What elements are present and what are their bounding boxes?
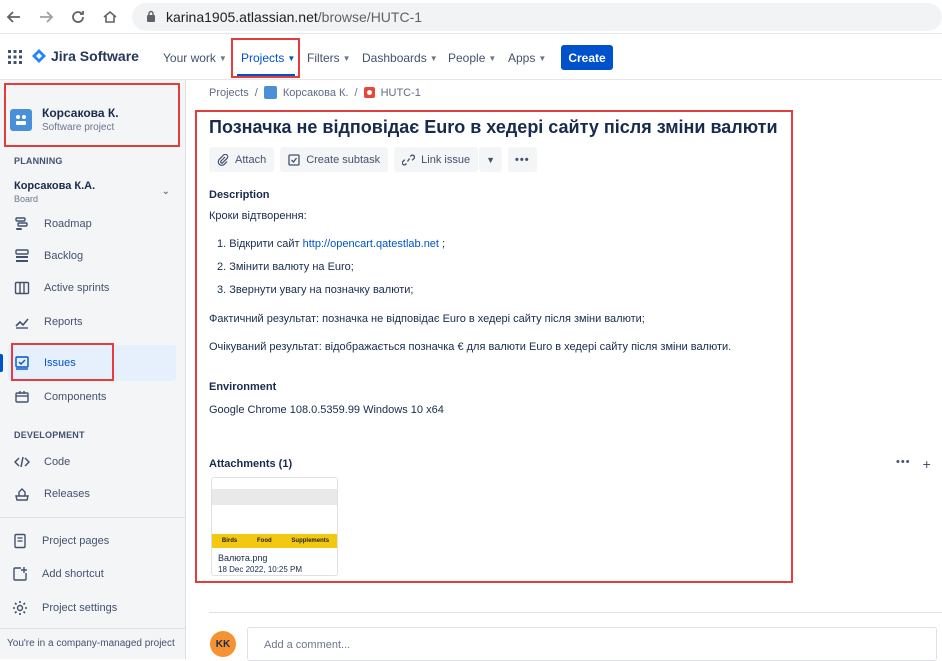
lock-icon (146, 10, 156, 26)
sidebar-item-label: Components (44, 391, 107, 403)
sidebar-item-label: Active sprints (44, 282, 110, 294)
jira-logo[interactable]: Jira Software (32, 48, 139, 64)
chevron-down-icon: ▼ (218, 53, 227, 63)
app-switcher-icon[interactable] (8, 50, 22, 67)
issues-selected-indicator (0, 354, 3, 372)
chevron-down-icon: ⌄ (161, 186, 170, 197)
sidebar-divider (0, 517, 186, 518)
sidebar-item-label: Project settings (42, 602, 118, 614)
forward-icon[interactable] (34, 5, 58, 29)
back-icon[interactable] (2, 5, 26, 29)
sidebar-item-label: Reports (44, 316, 83, 328)
attachments-tools: ••• + (896, 456, 931, 472)
breadcrumb-project[interactable]: Корсакова К. (283, 87, 349, 99)
sidebar-item-label: Releases (44, 488, 90, 500)
sidebar-item-label: Code (44, 456, 71, 468)
chevron-down-icon: ▼ (342, 53, 351, 63)
bug-icon (363, 87, 375, 98)
sidebar-item-label: Project pages (42, 535, 110, 547)
chevron-down-icon: ▼ (538, 53, 547, 63)
menu-people[interactable]: People ▼ (448, 51, 496, 65)
breadcrumb-separator: / (254, 86, 258, 99)
menu-dashboards[interactable]: Dashboards ▼ (362, 51, 438, 65)
menu-your-work[interactable]: Your work ▼ (163, 51, 227, 65)
annotation-box-projects (231, 38, 300, 78)
breadcrumb: Projects / Корсакова К. / HUTC-1 (209, 86, 421, 99)
sidebar-item-add-shortcut[interactable]: Add shortcut (12, 562, 104, 586)
breadcrumb-projects[interactable]: Projects (209, 87, 249, 99)
sidebar-divider (0, 628, 186, 629)
more-icon[interactable]: ••• (896, 456, 911, 472)
active-sprints-icon (14, 281, 30, 295)
home-icon[interactable] (98, 5, 122, 29)
backlog-icon (15, 249, 29, 262)
url-text: karina1905.atlassian.net/browse/HUTC-1 (166, 9, 423, 25)
sidebar-item-project-settings[interactable]: Project settings (12, 596, 117, 620)
project-avatar-icon (263, 86, 277, 99)
breadcrumb-separator: / (354, 86, 358, 99)
product-name: Jira Software (51, 48, 139, 64)
chevron-down-icon: ▼ (488, 53, 497, 63)
menu-filters[interactable]: Filters ▼ (307, 51, 351, 65)
sidebar-item-releases[interactable]: Releases (14, 482, 90, 506)
add-shortcut-icon (13, 567, 27, 581)
roadmap-icon (15, 217, 28, 230)
jira-top-nav: Jira Software Your work ▼ Projects ▼ Filte… (0, 34, 942, 80)
comment-input[interactable]: Add a comment... (247, 627, 937, 661)
planning-section-title: PLANNING (14, 156, 63, 166)
sidebar-item-components[interactable]: Components (14, 385, 106, 409)
reload-icon[interactable] (66, 5, 90, 29)
add-icon[interactable]: + (923, 456, 931, 472)
reports-icon (15, 318, 29, 329)
sidebar-item-label: Backlog (44, 250, 84, 262)
releases-icon (15, 488, 29, 501)
board-name: Корсакова К.А. (14, 180, 96, 192)
annotation-box-issue-content (195, 110, 793, 583)
chevron-down-icon: ▼ (429, 53, 438, 63)
annotation-box-project-header (4, 83, 180, 147)
sidebar-item-project-pages[interactable]: Project pages (12, 529, 109, 553)
breadcrumb-issue-key[interactable]: HUTC-1 (381, 87, 421, 99)
create-button[interactable]: Create (561, 45, 613, 70)
address-bar[interactable]: karina1905.atlassian.net/browse/HUTC-1 (132, 3, 942, 31)
sidebar-item-backlog[interactable]: Backlog (14, 244, 83, 268)
company-managed-note: You're in a company-managed project (7, 638, 175, 649)
board-selector[interactable]: Корсакова К.А. Board ⌄ (14, 180, 172, 204)
sidebar-item-roadmap[interactable]: Roadmap (14, 212, 92, 236)
project-pages-icon (14, 533, 26, 549)
development-section-title: DEVELOPMENT (14, 430, 85, 440)
board-subtitle: Board (14, 194, 39, 204)
sidebar-item-reports[interactable]: Reports (14, 310, 83, 334)
browser-toolbar: karina1905.atlassian.net/browse/HUTC-1 (0, 0, 942, 34)
gear-icon (13, 601, 27, 615)
components-icon (15, 391, 29, 403)
annotation-box-issues (11, 343, 114, 381)
jira-diamond-icon (32, 49, 46, 63)
sidebar-item-code[interactable]: Code (14, 450, 70, 474)
menu-apps[interactable]: Apps ▼ (508, 51, 546, 65)
code-icon (14, 456, 30, 468)
sidebar-item-active-sprints[interactable]: Active sprints (14, 276, 109, 300)
sidebar-item-label: Add shortcut (42, 568, 104, 580)
sidebar-item-label: Roadmap (44, 218, 92, 230)
comment-divider (209, 612, 942, 613)
avatar[interactable]: KK (210, 631, 236, 657)
